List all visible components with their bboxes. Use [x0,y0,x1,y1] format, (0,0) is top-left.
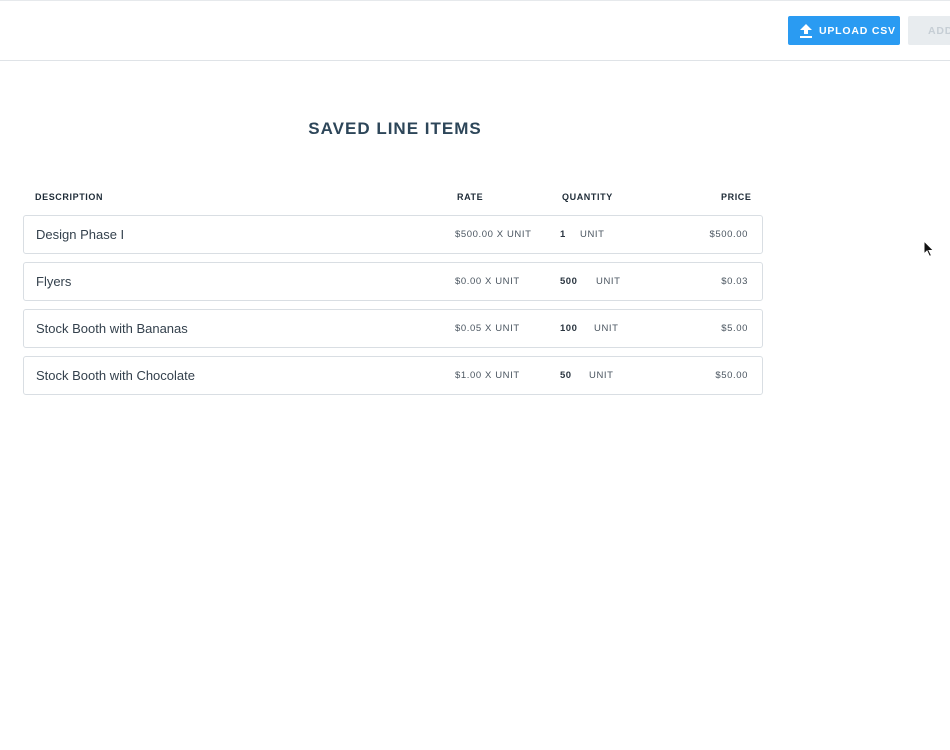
row-description: Flyers [36,274,72,289]
page-title: SAVED LINE ITEMS [308,119,482,138]
row-price: $0.03 [721,276,748,287]
row-unit: UNIT [594,323,619,334]
add-button[interactable]: ADD [908,16,950,45]
row-quantity: 1 [560,229,566,240]
row-description: Stock Booth with Chocolate [36,368,195,383]
row-rate: $0.05 X UNIT [455,323,520,334]
upload-csv-label: UPLOAD CSV [819,24,896,37]
header-quantity: QUANTITY [562,192,613,202]
row-unit: UNIT [580,229,605,240]
row-unit: UNIT [596,276,621,287]
row-price: $5.00 [721,323,748,334]
table-row[interactable]: Stock Booth with Bananas $0.05 X UNIT 10… [23,309,763,348]
header-description: DESCRIPTION [35,192,104,202]
table-header: DESCRIPTION RATE QUANTITY PRICE [0,192,790,204]
upload-icon [800,23,812,38]
row-rate: $0.00 X UNIT [455,276,520,287]
header-price: PRICE [721,192,752,202]
row-rate: $500.00 X UNIT [455,229,532,240]
row-quantity: 50 [560,370,572,381]
table-row[interactable]: Stock Booth with Chocolate $1.00 X UNIT … [23,356,763,395]
row-description: Design Phase I [36,227,125,242]
row-price: $500.00 [709,229,748,240]
row-quantity: 500 [560,276,578,287]
row-description: Stock Booth with Bananas [36,321,188,336]
row-rate: $1.00 X UNIT [455,370,520,381]
upload-csv-button[interactable]: UPLOAD CSV [788,16,900,45]
header-rate: RATE [457,192,484,202]
mouse-pointer-icon [923,239,935,258]
table-row[interactable]: Flyers $0.00 X UNIT 500 UNIT $0.03 [23,262,763,301]
row-unit: UNIT [589,370,614,381]
row-quantity: 100 [560,323,578,334]
row-price: $50.00 [715,370,748,381]
top-toolbar: UPLOAD CSV ADD [0,0,950,61]
table-row[interactable]: Design Phase I $500.00 X UNIT 1 UNIT $50… [23,215,763,254]
